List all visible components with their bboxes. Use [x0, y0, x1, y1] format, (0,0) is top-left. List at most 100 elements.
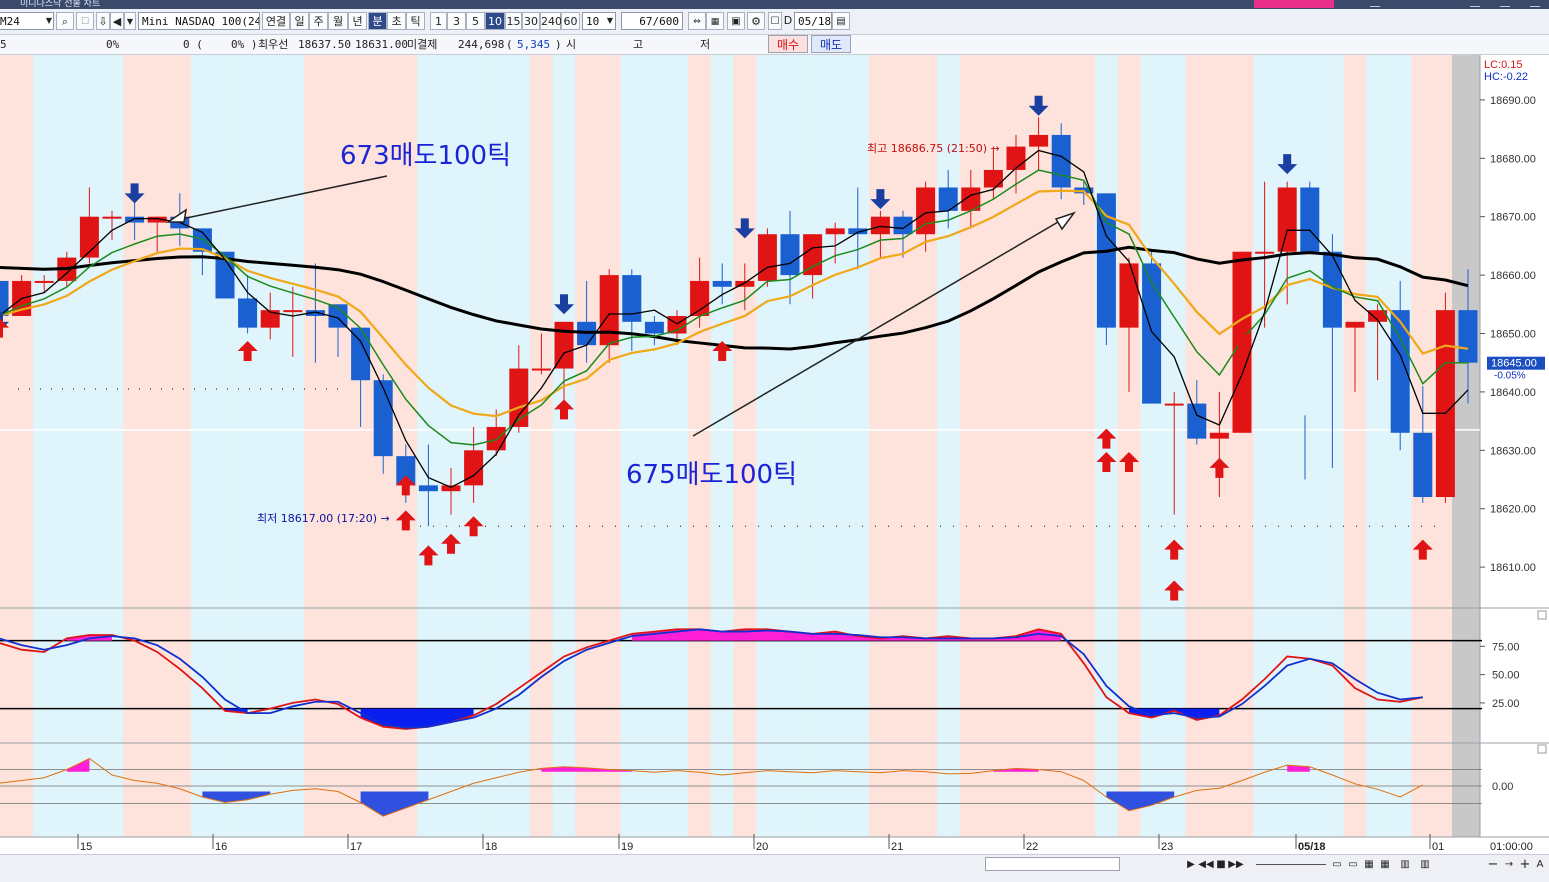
chevron-down-icon[interactable]: ▼ [44, 12, 54, 30]
bearish-candle [622, 275, 642, 322]
lc-label: LC:0.15 [1484, 59, 1523, 71]
bullish-candle [1006, 146, 1026, 170]
titlebar-control[interactable] [1370, 0, 1380, 7]
chevron-down-icon[interactable]: ⇩ [96, 12, 110, 30]
period-week-button[interactable]: 주 [309, 12, 328, 30]
bullish-candle [916, 187, 936, 235]
price-tick-label: 18680.00 [1490, 153, 1536, 165]
annotation-label: 675매도100틱 [626, 460, 797, 490]
session-band [665, 55, 689, 837]
current-price-label: 18645.00 [1491, 358, 1537, 370]
save-icon[interactable]: ▣ [727, 12, 745, 30]
interval-15-button[interactable]: 15 [505, 12, 522, 30]
bullish-candle [102, 216, 122, 219]
interval-240-button[interactable]: 240 [540, 12, 562, 30]
price-tick-label: 18620.00 [1490, 504, 1536, 516]
period-year-button[interactable]: 년 [348, 12, 367, 30]
layout-icon[interactable]: ▦ [1362, 857, 1376, 873]
time-axis-end-label: 01:00:00 [1490, 841, 1533, 853]
session-band [55, 55, 79, 837]
period-day-button[interactable]: 일 [290, 12, 309, 30]
layout-icon[interactable]: ▦ [1378, 857, 1392, 873]
zoom-in-button[interactable]: + [1518, 857, 1532, 873]
bullish-candle [599, 275, 619, 346]
session-band [1366, 55, 1390, 837]
price-tick-label: 18610.00 [1490, 562, 1536, 574]
calendar-icon[interactable]: ▤ [832, 12, 850, 30]
minimize-icon[interactable] [1470, 0, 1480, 7]
price-tick-label: 18650.00 [1490, 329, 1536, 341]
session-band [733, 55, 757, 837]
open-interest-paren-open: ( [506, 38, 513, 51]
period-second-button[interactable]: 초 [387, 12, 406, 30]
speaker-icon[interactable]: ◀ [110, 12, 124, 30]
quote-field-2: 0% [106, 38, 120, 51]
favorite-icon[interactable]: ☐ [76, 12, 94, 30]
session-band [145, 55, 170, 837]
auto-scale-button[interactable]: A [1533, 857, 1547, 873]
buy-button[interactable]: 매수 [768, 35, 808, 53]
stop-icon[interactable]: ■ [1214, 857, 1228, 873]
interval-1-button[interactable]: 1 [430, 12, 447, 30]
sell-button[interactable]: 매도 [811, 35, 851, 53]
interval-3-button[interactable]: 3 [447, 12, 466, 30]
zoom-out-button[interactable]: − [1486, 857, 1500, 873]
time-tick-label: 21 [891, 841, 903, 853]
layout-icon[interactable]: ▥ [1398, 857, 1412, 873]
price-chart[interactable]: 18690.00 18680.00 18670.00 18660.00 18650.00… [0, 55, 1549, 854]
best-bid-value: 18631.00 [355, 38, 408, 51]
arrows-icon[interactable]: ⇔ [688, 12, 706, 30]
bullish-candle [870, 216, 890, 235]
session-band [78, 55, 102, 837]
bearish-candle [1300, 187, 1320, 252]
maximize-icon[interactable] [1500, 0, 1510, 7]
period-tick-button[interactable]: 틱 [406, 12, 425, 30]
future-area [1452, 55, 1480, 837]
bullish-candle [509, 368, 529, 427]
session-band [756, 55, 780, 837]
close-icon[interactable] [1530, 0, 1540, 7]
checkbox[interactable]: ☐ [768, 12, 782, 30]
price-tick-label: 18630.00 [1490, 445, 1536, 457]
fast-forward-icon[interactable]: ▶▶ [1228, 857, 1244, 873]
session-band [168, 55, 192, 837]
interval-60-button[interactable]: 60 [561, 12, 580, 30]
session-band [869, 55, 893, 837]
session-band [0, 55, 11, 837]
interval-10-button[interactable]: 10 [485, 12, 505, 30]
session-band [123, 55, 147, 837]
layout-icon[interactable]: ▥ [1418, 857, 1432, 873]
interval-30-button[interactable]: 30 [522, 12, 540, 30]
layout-icon[interactable]: ▭ [1330, 857, 1344, 873]
bullish-candle [283, 310, 303, 313]
search-icon[interactable]: ⌕ [56, 12, 74, 30]
interval-5-button[interactable]: 5 [466, 12, 485, 30]
time-tick-label: 05/18 [1298, 841, 1326, 853]
layout-icon[interactable]: ▭ [1346, 857, 1360, 873]
date-input[interactable]: 05/18 [794, 12, 832, 30]
oscillator-tick-label: 0.00 [1492, 781, 1513, 793]
play-icon[interactable]: ▶ [1184, 857, 1198, 873]
session-band [597, 55, 622, 837]
period-minute-button[interactable]: 분 [368, 12, 387, 30]
bar-count-field[interactable]: 67/600 [621, 12, 683, 30]
scroll-thumb[interactable] [985, 857, 1120, 871]
scroll-right-icon[interactable]: → [1502, 857, 1516, 873]
price-tick-label: 18640.00 [1490, 387, 1536, 399]
chevron-down-icon[interactable]: ▼ [124, 12, 136, 30]
promo-button[interactable] [1254, 0, 1334, 8]
chart-scrollbar[interactable]: ▶ ◀◀ ■ ▶▶ ▭ ▭ ▦ ▦ ▥ ▥ − → + A [0, 854, 1549, 882]
chevron-down-icon[interactable]: ▼ [604, 12, 616, 30]
period-month-button[interactable]: 월 [328, 12, 348, 30]
rewind-icon[interactable]: ◀◀ [1198, 857, 1214, 873]
bullish-candle [531, 368, 551, 371]
session-band [891, 55, 915, 837]
bullish-candle [1277, 187, 1297, 252]
window-titlebar: 미니나스닥 선물 차트 [0, 0, 1549, 9]
continuous-button[interactable]: 연결 [262, 12, 290, 30]
grid-icon[interactable]: ▦ [706, 12, 724, 30]
zoom-slider[interactable] [1256, 864, 1326, 865]
gear-icon[interactable]: ⚙ [747, 12, 765, 30]
session-band [823, 55, 848, 837]
symbol-name-field[interactable]: Mini NASDAQ 100(24.0 [138, 12, 260, 30]
